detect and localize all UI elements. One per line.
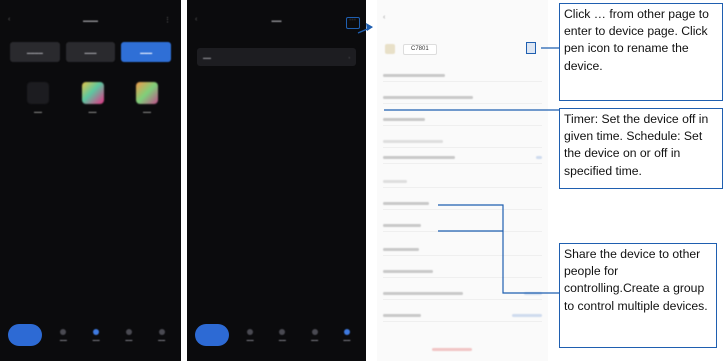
home-title: ▬▬▬ [83, 18, 98, 24]
row-label [383, 74, 445, 77]
row-label [383, 140, 443, 143]
callout-share-group: Share the device to other people for con… [559, 243, 717, 348]
row-label [383, 118, 425, 121]
row-label [383, 314, 421, 317]
back-icon[interactable]: ‹ [383, 14, 385, 21]
settings-row[interactable] [383, 310, 542, 322]
nav-icon [158, 328, 165, 335]
nav-icon [343, 328, 350, 335]
device-card[interactable]: ▬▬ [22, 82, 54, 114]
device-label: ▬▬ [88, 109, 97, 114]
nav-label: ▬▬ [311, 337, 319, 342]
status-bar [0, 0, 181, 14]
nav-icon [311, 328, 318, 335]
nav-item[interactable]: ▬▬ [239, 328, 261, 342]
status-bar [187, 0, 366, 14]
row-label [383, 156, 455, 159]
nav-item[interactable]: ▬▬ [85, 328, 108, 342]
nav-label: ▬▬ [125, 337, 133, 342]
device-card[interactable]: ▬▬ [131, 82, 163, 114]
list-item-label: ▬▬ [203, 54, 211, 60]
device-grid: ▬▬ ▬▬ ▬▬ [22, 82, 163, 114]
bottom-nav: ▬▬ ▬▬ ▬▬ ▬▬ [8, 321, 173, 349]
nav-item[interactable]: ▬▬ [304, 328, 326, 342]
settings-row[interactable] [383, 176, 542, 188]
nav-icon [60, 328, 67, 335]
nav-label: ▬▬ [59, 337, 67, 342]
home-screen: ‹ ▬▬▬ ⋮ ▬▬▬▬ ▬▬▬ ▬▬▬ ▬▬ ▬▬ ▬▬ ▬▬ ▬▬ ▬▬ ▬… [0, 0, 181, 361]
nav-label: ▬▬ [158, 337, 166, 342]
pen-icon[interactable] [526, 42, 536, 54]
list-item[interactable]: ▬▬ › [197, 48, 356, 66]
nav-icon [125, 328, 132, 335]
bottom-nav: ▬▬ ▬▬ ▬▬ ▬▬ [195, 321, 358, 349]
more-highlight [346, 17, 360, 29]
row-label [383, 96, 473, 99]
create-group-row[interactable] [383, 244, 542, 256]
nav-item[interactable]: ▬▬ [150, 328, 173, 342]
settings-row[interactable] [383, 92, 542, 104]
row-label [383, 180, 407, 183]
nav-item[interactable]: ▬▬ [336, 328, 358, 342]
device-header: C7801 [385, 40, 540, 58]
nav-label: ▬▬ [278, 337, 286, 342]
row-label [383, 292, 463, 295]
row-label [383, 248, 419, 251]
tab-group[interactable]: ▬▬▬ [65, 42, 116, 62]
nav-icon [279, 328, 286, 335]
group-title: ▬▬ [271, 18, 282, 24]
remove-device-button[interactable] [432, 348, 472, 351]
row-label [383, 224, 421, 227]
device-light-icon [81, 82, 104, 104]
nav-label: ▬▬ [343, 337, 351, 342]
nav-item[interactable]: ▬▬ [52, 328, 75, 342]
timer-row[interactable] [383, 114, 542, 126]
device-settings-page: ‹ C7801 [377, 0, 548, 361]
tab-recommended[interactable]: ▬▬▬▬ [10, 42, 60, 62]
nav-icon [93, 328, 100, 335]
settings-row[interactable] [383, 70, 542, 82]
tab-devices[interactable]: ▬▬▬ [121, 42, 172, 62]
row-label [383, 270, 433, 273]
row-label [383, 202, 429, 205]
group-screen: ‹ ▬▬ ⋯ ▬▬ › ▬▬ ▬▬ ▬▬ ▬▬ [187, 0, 366, 361]
device-light-icon [136, 82, 158, 104]
chevron-right-icon [536, 156, 542, 159]
settings-row[interactable] [383, 136, 542, 148]
device-name: C7801 [403, 43, 437, 55]
callout-rename: Click … from other page to enter to devi… [559, 3, 723, 101]
row-value [524, 292, 542, 295]
row-value [512, 314, 542, 317]
nav-icon [247, 328, 254, 335]
callout-timer-schedule: Timer: Set the device off in given time.… [559, 108, 723, 189]
settings-row[interactable] [383, 198, 542, 210]
nav-item[interactable]: ▬▬ [118, 328, 141, 342]
device-plug-icon [27, 82, 49, 104]
chevron-right-icon: › [348, 54, 350, 60]
nav-label: ▬▬ [92, 337, 100, 342]
device-label: ▬▬ [34, 109, 42, 114]
schedule-row[interactable] [383, 152, 542, 164]
device-label: ▬▬ [143, 109, 151, 114]
settings-row[interactable] [383, 266, 542, 278]
nav-item[interactable]: ▬▬ [271, 328, 293, 342]
nav-home-button[interactable] [195, 324, 229, 346]
share-device-row[interactable] [383, 220, 542, 232]
nav-label: ▬▬ [246, 337, 254, 342]
device-card[interactable]: ▬▬ [77, 82, 109, 114]
settings-row[interactable] [383, 288, 542, 300]
device-avatar [385, 44, 395, 54]
more-icon[interactable]: ⋮ [164, 16, 171, 24]
nav-home-button[interactable] [8, 324, 42, 346]
room-tabs: ▬▬▬▬ ▬▬▬ ▬▬▬ [10, 42, 172, 62]
